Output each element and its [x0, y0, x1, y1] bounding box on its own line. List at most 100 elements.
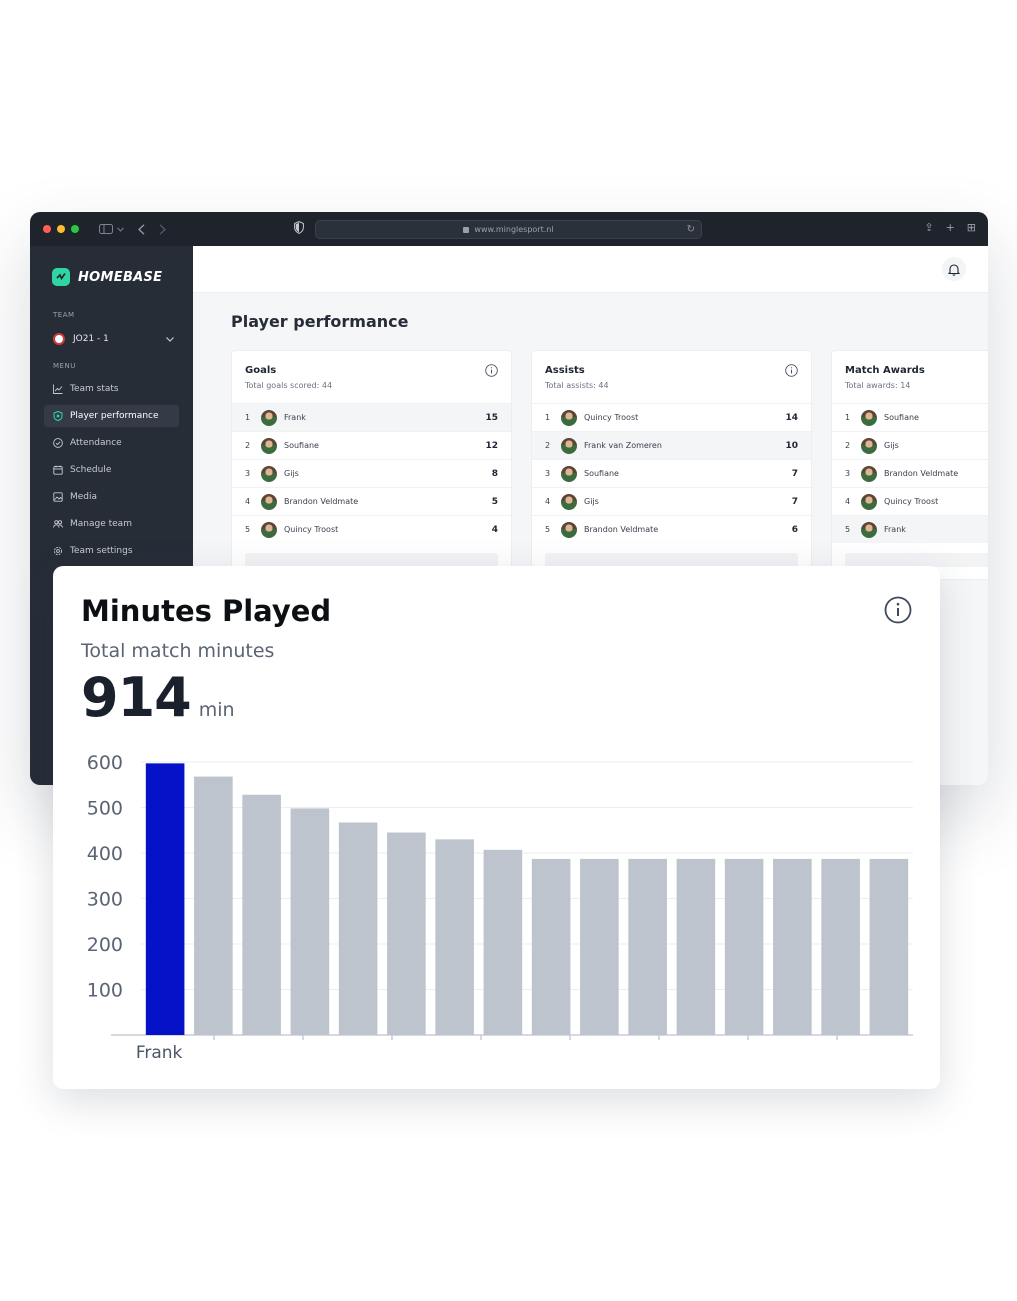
back-arrow-icon[interactable] — [138, 223, 145, 235]
bar — [773, 858, 812, 1035]
table-row[interactable]: 4 Gijs 7 — [532, 487, 811, 515]
sidebar-item-label: Media — [70, 492, 98, 502]
sidebar-item-schedule[interactable]: Schedule — [44, 459, 179, 481]
stage: www.minglesport.nl ↻ ⇪ + ⊞ HOMEBASE TEAM — [0, 0, 1017, 1301]
share-icon[interactable]: ⇪ — [924, 221, 933, 234]
table-row[interactable]: 1 Soufiane — [832, 403, 988, 431]
rank-number: 5 — [845, 525, 851, 534]
stat-value: 15 — [485, 412, 498, 423]
avatar — [561, 437, 577, 454]
avatar — [861, 521, 877, 538]
avatar — [861, 465, 877, 482]
chevron-down-icon[interactable] — [117, 226, 124, 232]
sidebar-item-team-settings[interactable]: Team settings — [44, 540, 179, 562]
stat-value: 4 — [491, 524, 498, 535]
bar — [145, 763, 185, 1035]
rank-number: 1 — [545, 413, 551, 422]
table-row[interactable]: 3 Gijs 8 — [232, 459, 511, 487]
logo[interactable]: HOMEBASE — [52, 268, 179, 286]
avatar — [261, 465, 277, 482]
bar — [338, 822, 378, 1035]
bar — [580, 858, 619, 1035]
users-icon — [53, 520, 63, 528]
rank-number: 1 — [845, 413, 851, 422]
team-selector[interactable]: JO21 - 1 — [53, 333, 179, 345]
menu-section-label: MENU — [53, 362, 76, 370]
bell-icon — [948, 263, 960, 276]
rank-number: 3 — [845, 469, 851, 478]
privacy-shield-icon[interactable] — [294, 221, 304, 234]
bar — [676, 858, 716, 1035]
player-name: Gijs — [284, 469, 299, 478]
table-row[interactable]: 1 Frank 15 — [232, 403, 511, 431]
table-row[interactable]: 4 Brandon Veldmate 5 — [232, 487, 511, 515]
sidebar-item-manage-team[interactable]: Manage team — [44, 513, 179, 535]
url-text: www.minglesport.nl — [474, 225, 554, 234]
view-all-button[interactable] — [245, 553, 498, 567]
bar — [531, 858, 571, 1035]
table-row[interactable]: 3 Brandon Veldmate — [832, 459, 988, 487]
shield-icon — [53, 411, 63, 421]
sidebar-item-label: Team stats — [70, 384, 119, 394]
sidebar-item-attendance[interactable]: Attendance — [44, 432, 179, 454]
table-row[interactable]: 5 Quincy Troost 4 — [232, 515, 511, 543]
table-row[interactable]: 1 Quincy Troost 14 — [532, 403, 811, 431]
sidebar-item-team-stats[interactable]: Team stats — [44, 378, 179, 400]
rank-number: 5 — [545, 525, 551, 534]
rank-number: 5 — [245, 525, 251, 534]
maximize-window-icon[interactable] — [71, 225, 79, 233]
avatar — [861, 493, 877, 510]
notifications-button[interactable] — [942, 257, 966, 281]
table-row[interactable]: 2 Frank van Zomeren 10 — [532, 431, 811, 459]
avatar — [561, 493, 577, 510]
y-tick-label: 500 — [87, 798, 123, 820]
table-row[interactable]: 5 Frank — [832, 515, 988, 543]
image-icon — [53, 492, 63, 502]
player-name: Brandon Veldmate — [884, 469, 959, 478]
view-all-button[interactable] — [545, 553, 798, 567]
bar — [435, 839, 474, 1035]
avatar — [861, 437, 877, 454]
sidebar-toggle-icon[interactable] — [99, 224, 113, 234]
forward-arrow-icon[interactable] — [159, 223, 166, 235]
avatar — [261, 437, 277, 454]
y-tick-label: 100 — [87, 980, 123, 1002]
y-tick-label: 400 — [87, 843, 123, 865]
team-section-label: TEAM — [53, 311, 75, 319]
table-row[interactable]: 2 Gijs — [832, 431, 988, 459]
player-name: Quincy Troost — [284, 525, 339, 534]
player-name: Frank — [284, 413, 306, 422]
team-name: JO21 - 1 — [73, 334, 109, 344]
url-bar[interactable]: www.minglesport.nl ↻ — [315, 220, 702, 239]
match-awards-card: Match Awards Total awards: 14 1 Soufiane … — [831, 350, 988, 580]
top-bar — [193, 246, 988, 293]
rank-number: 4 — [545, 497, 551, 506]
info-icon[interactable] — [485, 364, 498, 377]
view-all-button[interactable] — [845, 553, 988, 567]
minutes-bar-chart: 100 200 300 400 500 600 Frank — [87, 752, 913, 1063]
check-circle-icon — [53, 438, 63, 448]
y-tick-label: 600 — [87, 752, 123, 774]
y-tick-label: 300 — [87, 889, 123, 911]
minimize-window-icon[interactable] — [57, 225, 65, 233]
table-row[interactable]: 4 Quincy Troost — [832, 487, 988, 515]
bar — [242, 794, 281, 1035]
close-window-icon[interactable] — [43, 225, 51, 233]
player-name: Brandon Veldmate — [584, 525, 659, 534]
new-tab-icon[interactable]: + — [946, 221, 955, 234]
table-row[interactable]: 3 Soufiane 7 — [532, 459, 811, 487]
reload-icon[interactable]: ↻ — [687, 224, 695, 235]
calendar-icon — [53, 465, 63, 475]
sidebar-item-player-performance[interactable]: Player performance — [44, 405, 179, 427]
card-title: Match Awards — [845, 365, 925, 376]
info-icon[interactable] — [785, 364, 798, 377]
table-row[interactable]: 2 Soufiane 12 — [232, 431, 511, 459]
rank-number: 3 — [245, 469, 251, 478]
card-subtitle: Total assists: 44 — [545, 381, 609, 390]
page-title: Player performance — [231, 312, 409, 331]
bar — [821, 858, 860, 1035]
table-row[interactable]: 5 Brandon Veldmate 6 — [532, 515, 811, 543]
chart-line-icon — [53, 384, 63, 394]
tab-overview-icon[interactable]: ⊞ — [967, 221, 976, 234]
sidebar-item-media[interactable]: Media — [44, 486, 179, 508]
